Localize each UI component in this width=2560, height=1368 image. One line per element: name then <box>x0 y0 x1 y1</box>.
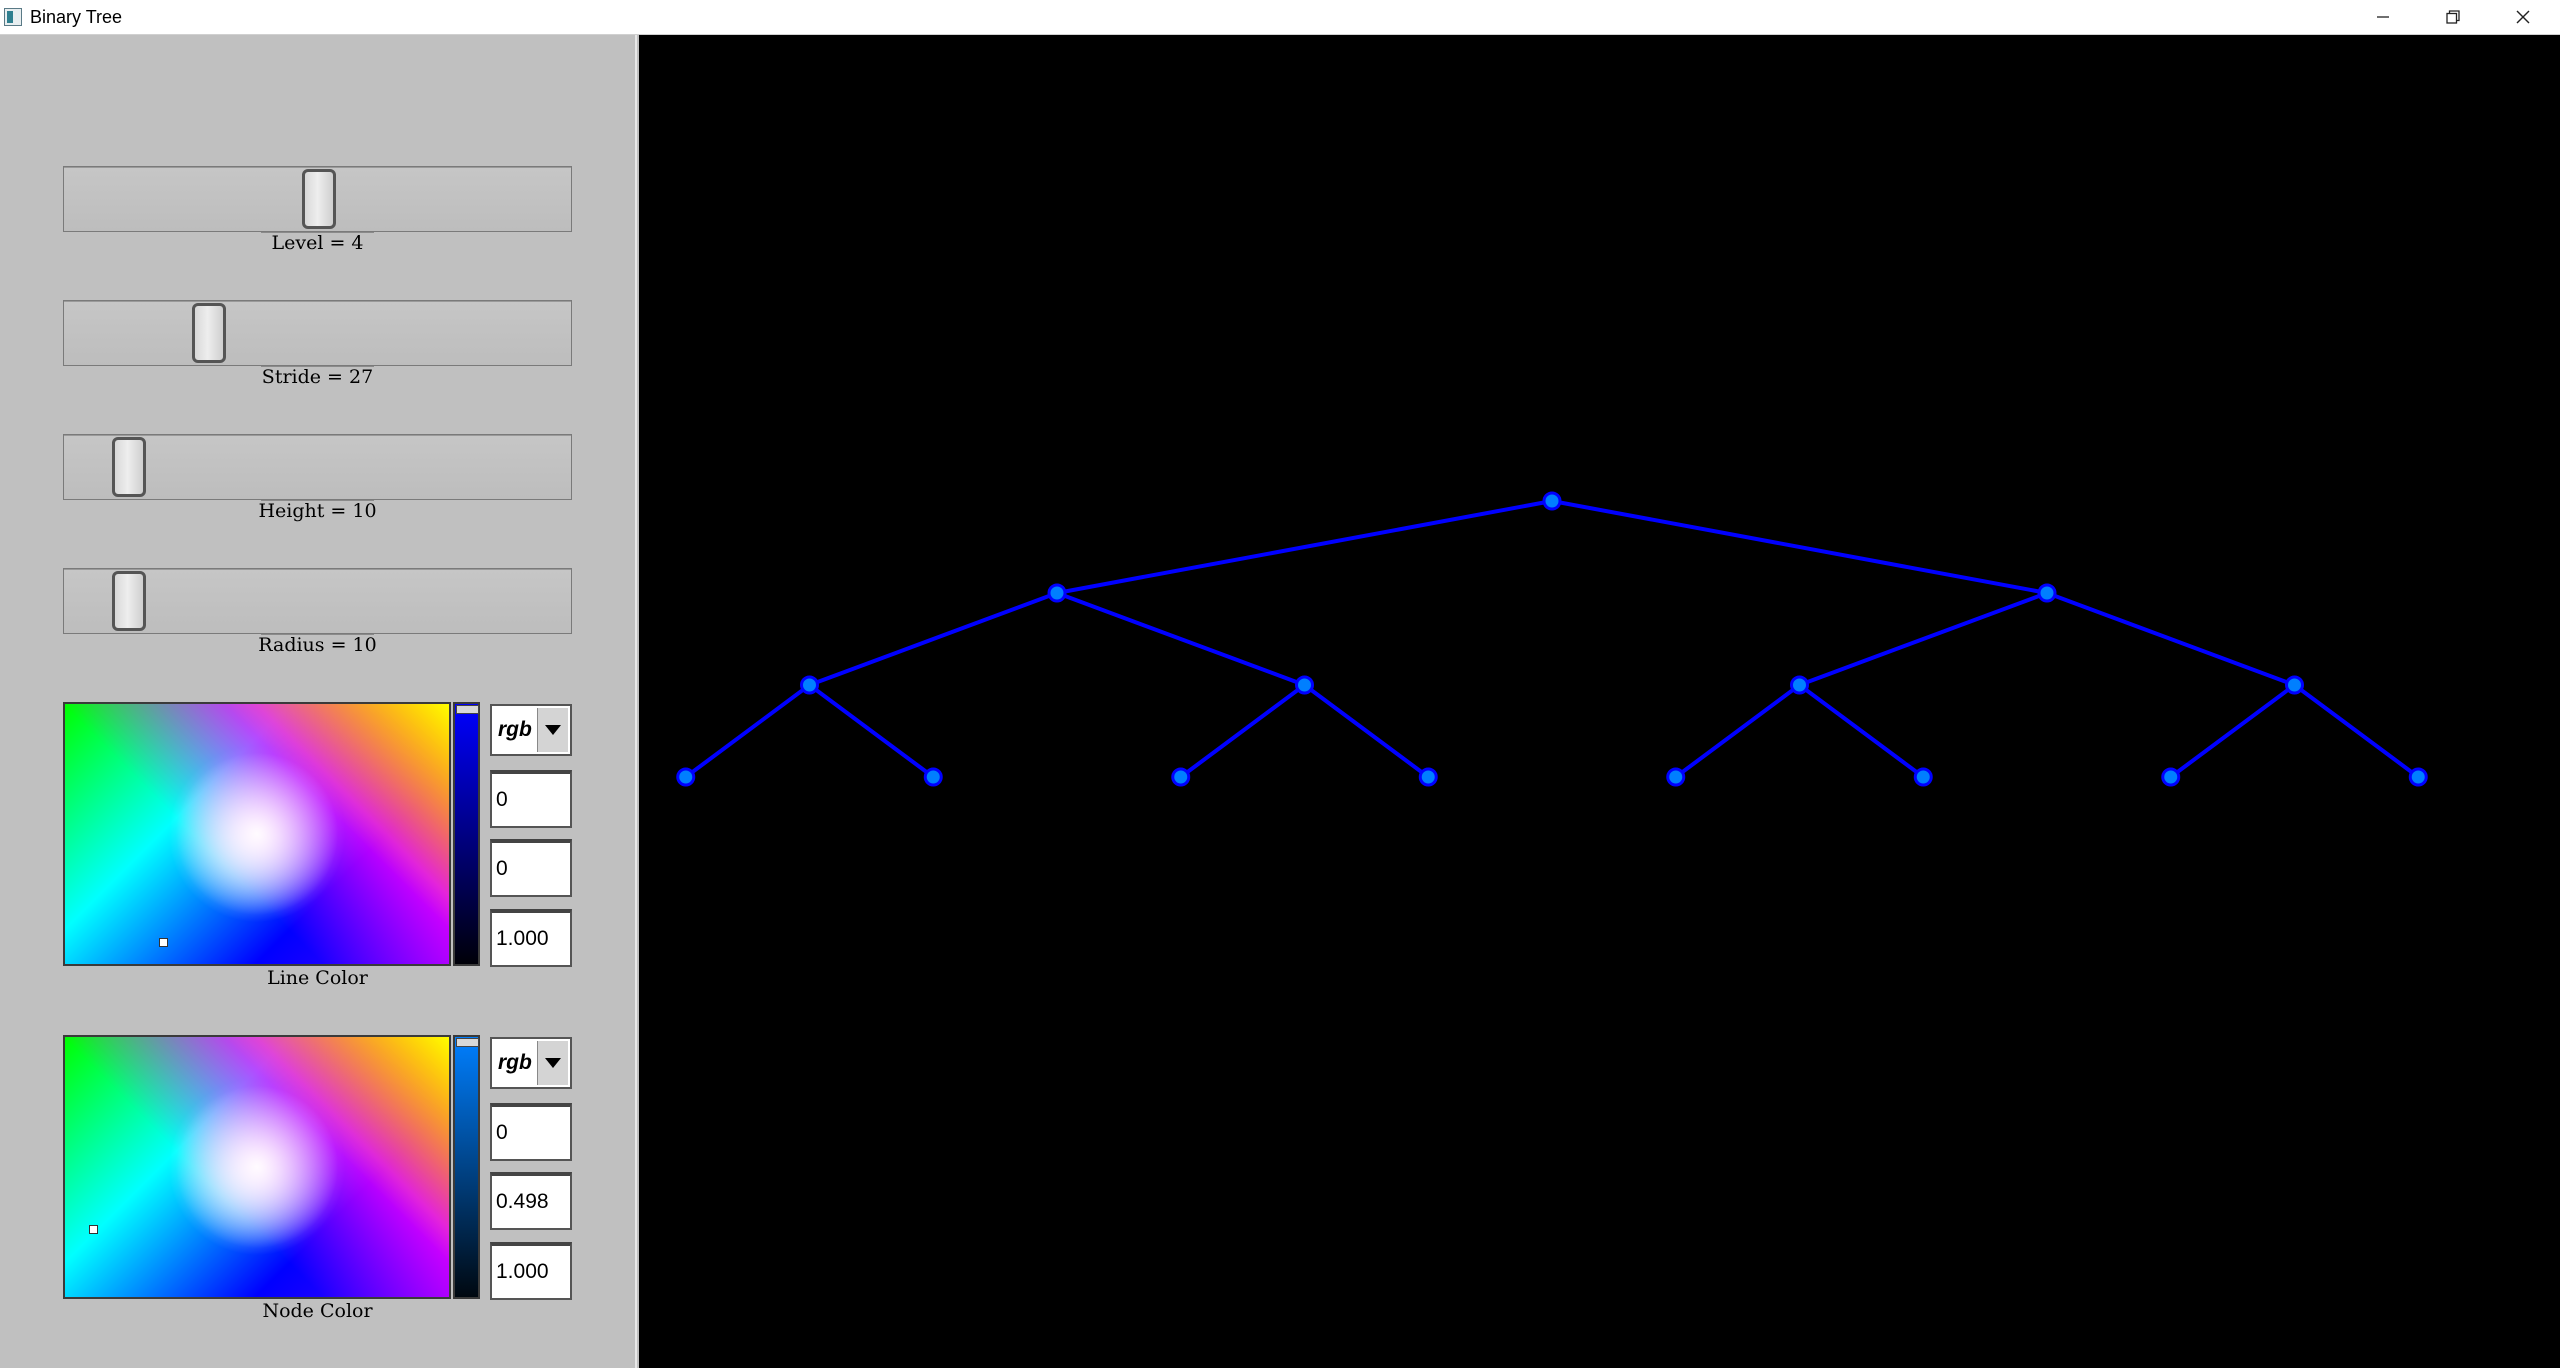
tree-edge <box>1798 591 2048 687</box>
radius-label: Radius = 10 <box>258 634 377 656</box>
stride-slider-thumb[interactable] <box>192 303 226 363</box>
chevron-down-icon <box>537 1041 568 1085</box>
tree-edge <box>1056 591 1306 687</box>
level-label: Level = 4 <box>271 232 364 254</box>
level-slider[interactable] <box>63 166 572 232</box>
tree-node <box>1542 491 1562 511</box>
tree-edge <box>684 683 811 779</box>
line-color-mode-label: rgb <box>498 718 532 741</box>
control-panel: Level = 4 Stride = 27 Height = 10 Radius… <box>0 35 637 1368</box>
height-slider[interactable] <box>63 434 572 500</box>
tree-canvas[interactable] <box>639 35 2560 1368</box>
line-color-r-field[interactable]: 0 <box>490 770 572 828</box>
tree-node <box>2408 767 2428 787</box>
node-color-r-field[interactable]: 0 <box>490 1103 572 1161</box>
tree-node <box>923 767 943 787</box>
line-color-hue-box[interactable] <box>63 702 451 966</box>
node-color-g-field[interactable]: 0.498 <box>490 1172 572 1230</box>
tree-node <box>1171 767 1191 787</box>
stride-label: Stride = 27 <box>261 366 374 388</box>
binary-tree-drawing <box>676 491 2428 787</box>
node-color-hue-box[interactable] <box>63 1035 451 1299</box>
app-icon <box>4 8 22 26</box>
tree-node <box>1913 767 1933 787</box>
tree-edge <box>1798 683 1925 779</box>
tree-edge <box>1551 499 2048 595</box>
node-color-b-field[interactable]: 1.000 <box>490 1242 572 1300</box>
tree-node <box>1418 767 1438 787</box>
line-color-marker[interactable] <box>159 938 168 947</box>
node-color-mode-label: rgb <box>498 1051 532 1074</box>
tree-node <box>2037 583 2057 603</box>
radius-slider-thumb[interactable] <box>112 571 146 631</box>
title-bar: Binary Tree <box>0 0 2560 35</box>
tree-node <box>1295 675 1314 695</box>
node-color-marker[interactable] <box>89 1225 98 1234</box>
tree-edge <box>808 683 935 779</box>
tree-edge <box>1303 683 1430 779</box>
tree-edge <box>1056 499 1553 595</box>
node-color-value-bar[interactable] <box>453 1035 480 1299</box>
tree-node <box>2161 767 2181 787</box>
tree-node <box>2285 675 2304 695</box>
minimize-button[interactable] <box>2348 0 2418 34</box>
line-color-value-bar[interactable] <box>453 702 480 966</box>
chevron-down-icon <box>537 708 568 752</box>
line-color-g-field[interactable]: 0 <box>490 839 572 897</box>
tree-node <box>800 675 819 695</box>
tree-node <box>676 767 696 787</box>
line-color-b-field[interactable]: 1.000 <box>490 909 572 967</box>
line-color-label: Line Color <box>267 967 368 989</box>
node-color-value-handle[interactable] <box>456 1038 479 1047</box>
minimize-icon <box>2377 16 2389 18</box>
radius-slider[interactable] <box>63 568 572 634</box>
line-color-value-handle[interactable] <box>456 705 479 714</box>
tree-edge <box>1179 683 1306 779</box>
tree-edge <box>2293 683 2420 779</box>
close-button[interactable] <box>2488 0 2558 34</box>
tree-edge <box>2046 591 2296 687</box>
restore-icon <box>2446 10 2460 24</box>
height-label: Height = 10 <box>258 500 377 522</box>
window-title: Binary Tree <box>30 7 123 27</box>
tree-edge <box>2169 683 2296 779</box>
node-color-mode-select[interactable]: rgb <box>490 1037 572 1089</box>
tree-node <box>1666 767 1686 787</box>
close-icon <box>2516 10 2530 24</box>
node-color-label: Node Color <box>262 1300 373 1322</box>
restore-button[interactable] <box>2418 0 2488 34</box>
height-slider-thumb[interactable] <box>112 437 146 497</box>
line-color-mode-select[interactable]: rgb <box>490 704 572 756</box>
stride-slider[interactable] <box>63 300 572 366</box>
tree-node <box>1047 583 1067 603</box>
tree-edge <box>1674 683 1801 779</box>
tree-edge <box>808 591 1058 687</box>
level-slider-thumb[interactable] <box>302 169 336 229</box>
tree-node <box>1790 675 1809 695</box>
